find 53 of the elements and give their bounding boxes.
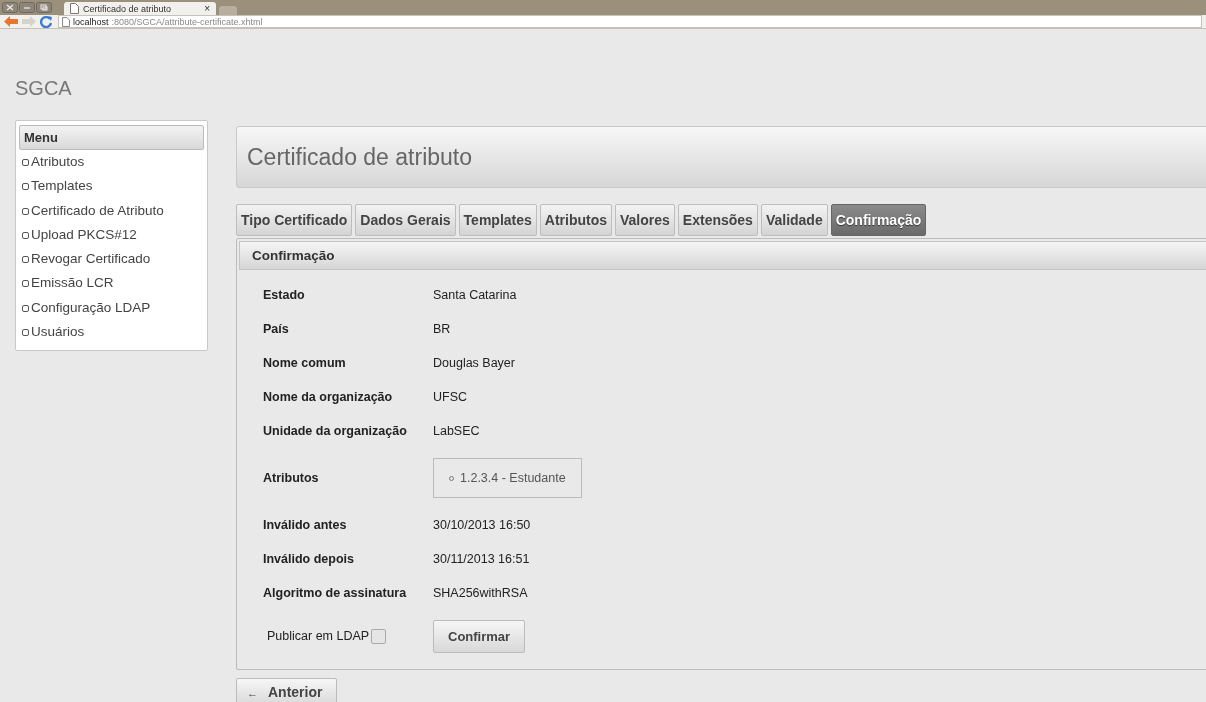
- wizard-tab[interactable]: Confirmação: [830, 204, 927, 236]
- menu-item[interactable]: Configuração LDAP: [19, 295, 204, 321]
- wizard-tab[interactable]: Validade: [760, 204, 828, 236]
- tab-close-button[interactable]: ×: [204, 3, 210, 14]
- list-item: 1.2.3.4 - Estudante: [460, 471, 566, 485]
- menu-item[interactable]: Revogar Certificado: [19, 247, 204, 272]
- field-label: Nome comum: [263, 356, 347, 370]
- minimize-icon[interactable]: [19, 2, 35, 13]
- field-label: Atributos: [263, 471, 320, 485]
- url-path: :8080/SGCA/attribute-certificate.xhtml: [111, 16, 263, 27]
- bullet-icon: [449, 475, 454, 481]
- menu-item[interactable]: Atributos: [19, 150, 204, 175]
- field-value: BR: [433, 322, 451, 336]
- wizard-tab[interactable]: Templates: [458, 204, 537, 236]
- wizard-tab[interactable]: Tipo Certificado: [236, 204, 353, 236]
- field-label: Algoritmo de assinatura: [263, 586, 408, 600]
- url-host: localhost: [73, 16, 109, 27]
- checkbox[interactable]: [371, 628, 387, 644]
- field-value: Douglas Bayer: [433, 356, 515, 370]
- field-value: 30/11/2013 16:51: [433, 552, 530, 566]
- back-arrow-icon[interactable]: [4, 16, 18, 27]
- wizard-tab[interactable]: Extensões: [677, 204, 758, 236]
- wizard-tab[interactable]: Dados Gerais: [355, 204, 456, 236]
- reload-icon[interactable]: [40, 15, 52, 28]
- menu-item[interactable]: Emissão LCR: [19, 271, 204, 296]
- panel-title: Confirmação: [252, 248, 335, 263]
- menu-item[interactable]: Usuários: [19, 320, 204, 345]
- field-label: País: [263, 322, 290, 336]
- tab-title: Certificado de atributo: [83, 3, 173, 14]
- wizard-tab[interactable]: Atributos: [539, 204, 612, 236]
- field-value: 30/10/2013 16:50: [433, 518, 531, 532]
- menu-header: Menu: [19, 125, 204, 150]
- confirm-button[interactable]: Confirmar: [433, 619, 526, 653]
- field-label: Nome da organização: [263, 390, 394, 404]
- field-value: LabSEC: [433, 424, 480, 438]
- wizard-tab[interactable]: Valores: [615, 204, 675, 236]
- restore-icon[interactable]: [36, 2, 52, 13]
- field-label: Inválido antes: [263, 518, 348, 532]
- close-icon[interactable]: [2, 2, 18, 13]
- menu-item[interactable]: Templates: [19, 174, 204, 199]
- field-value: SHA256withRSA: [433, 586, 528, 600]
- field-value: UFSC: [433, 390, 468, 404]
- field-label: Inválido depois: [263, 552, 355, 566]
- back-button[interactable]: ← Anterior: [236, 678, 338, 702]
- browser-tab[interactable]: Certificado de atributo ×: [64, 2, 216, 15]
- app-title: SGCA: [15, 76, 73, 101]
- field-value: Santa Catarina: [433, 288, 517, 302]
- menu-item[interactable]: Upload PKCS#12: [19, 222, 204, 248]
- field-label: Unidade da organização: [263, 424, 408, 438]
- page-title: Certificado de atributo: [247, 143, 472, 171]
- field-label: Estado: [263, 288, 306, 302]
- menu-item[interactable]: Certificado de Atributo: [19, 198, 204, 223]
- checkbox-label: Publicar em LDAP: [267, 629, 370, 643]
